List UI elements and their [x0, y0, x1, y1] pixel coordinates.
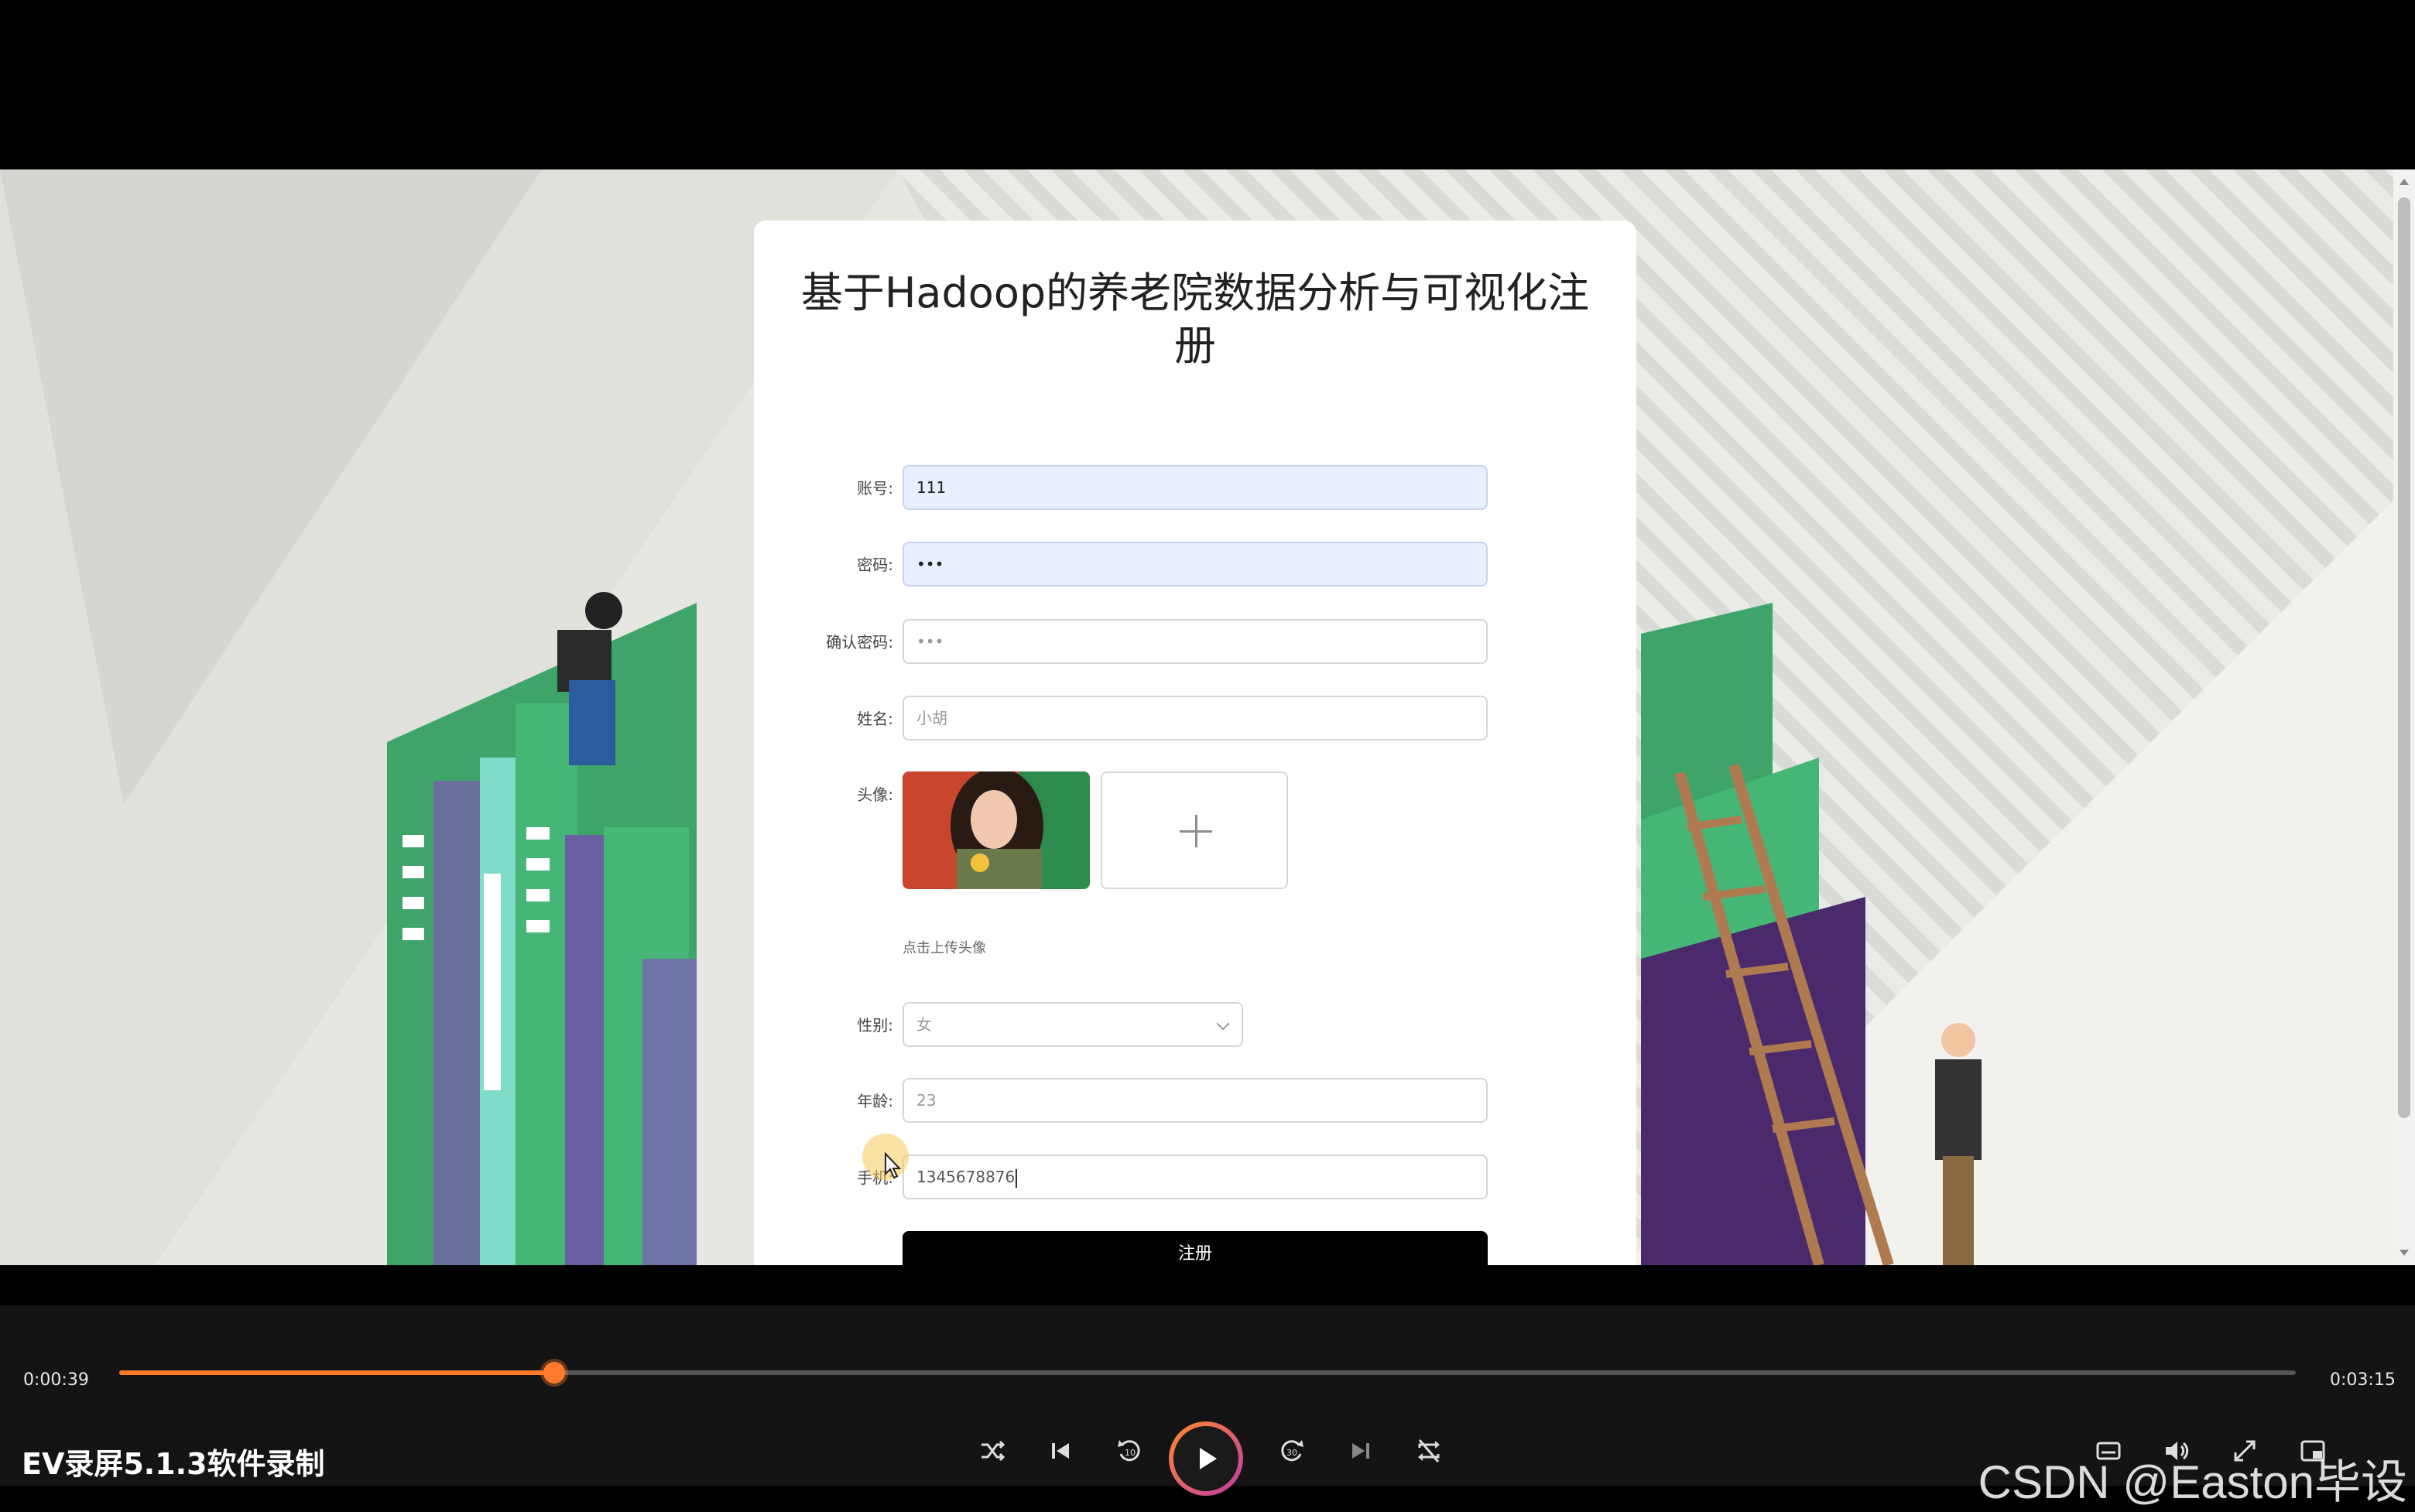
- name-row: 姓名: 小胡: [754, 696, 1636, 742]
- forward-30-icon: 30: [1281, 1440, 1303, 1462]
- rewind-10-icon: 10: [1118, 1440, 1140, 1462]
- page-title: 基于Hadoop的养老院数据分析与可视化注册: [800, 269, 1590, 370]
- shuffle-button[interactable]: [971, 1429, 1014, 1473]
- account-input[interactable]: 111: [903, 465, 1488, 510]
- scroll-down-icon[interactable]: [2400, 1250, 2409, 1256]
- watermark: CSDN @Easton毕设: [1978, 1456, 2407, 1508]
- confirm-password-label: 确认密码:: [826, 633, 893, 652]
- password-input[interactable]: •••: [903, 542, 1488, 587]
- name-label: 姓名:: [857, 710, 893, 728]
- register-card: 基于Hadoop的养老院数据分析与可视化注册 账号: 111 密码: ••• 确…: [754, 221, 1636, 1265]
- phone-input[interactable]: 1345678876: [903, 1155, 1488, 1199]
- avatar-label: 头像:: [857, 785, 893, 804]
- total-time: 0:03:15: [2330, 1370, 2396, 1390]
- gender-row: 性别: 女: [754, 1002, 1636, 1048]
- svg-text:30: 30: [1286, 1448, 1297, 1458]
- mouse-cursor-icon: [885, 1152, 902, 1179]
- avatar-image[interactable]: [903, 771, 1090, 889]
- scroll-thumb[interactable]: [2398, 197, 2410, 1118]
- chevron-down-icon: [1216, 1017, 1230, 1031]
- progress-knob[interactable]: [543, 1362, 566, 1384]
- phone-value: 1345678876: [916, 1168, 1016, 1186]
- age-input[interactable]: 23: [903, 1078, 1488, 1123]
- current-time: 0:00:39: [23, 1370, 89, 1390]
- confirm-password-input[interactable]: •••: [903, 619, 1488, 664]
- skip-next-icon: [1352, 1443, 1369, 1459]
- text-caret: [1016, 1168, 1018, 1188]
- avatar-photo-icon: [903, 771, 1090, 889]
- confirm-password-row: 确认密码: •••: [754, 619, 1636, 665]
- avatar-upload-button[interactable]: [1101, 771, 1288, 889]
- skip-previous-icon: [1052, 1443, 1069, 1459]
- progress-track[interactable]: [119, 1362, 2296, 1384]
- progress-fill: [119, 1370, 555, 1375]
- age-label: 年龄:: [857, 1092, 893, 1110]
- account-row: 账号: 111: [754, 465, 1636, 511]
- name-input[interactable]: 小胡: [903, 696, 1488, 741]
- repeat-button[interactable]: [1407, 1429, 1451, 1473]
- play-button[interactable]: [1169, 1421, 1243, 1496]
- web-page-viewport: 基于Hadoop的养老院数据分析与可视化注册 账号: 111 密码: ••• 确…: [0, 169, 2415, 1265]
- avatar-row: 头像:: [754, 771, 1636, 895]
- video-player-bar: 0:00:39 0:03:15 EV录屏5.1.3软件录制 10 30 CSDN…: [0, 1265, 2415, 1508]
- avatar-upload-hint: 点击上传头像: [903, 940, 986, 956]
- gender-label: 性别:: [857, 1016, 893, 1035]
- age-row: 年龄: 23: [754, 1078, 1636, 1124]
- player-controls-panel: 0:00:39 0:03:15 EV录屏5.1.3软件录制 10 30 CSDN…: [0, 1305, 2415, 1508]
- play-icon: [1200, 1448, 1217, 1469]
- account-label: 账号:: [857, 479, 893, 498]
- gender-select[interactable]: 女: [903, 1002, 1243, 1047]
- register-button[interactable]: 注册: [903, 1231, 1488, 1265]
- recorder-app-name: EV录屏5.1.3软件录制: [22, 1447, 325, 1481]
- gender-value: 女: [916, 1015, 932, 1034]
- rewind-10-button[interactable]: 10: [1107, 1429, 1150, 1473]
- page-scrollbar[interactable]: [2393, 169, 2415, 1265]
- svg-text:10: 10: [1125, 1448, 1136, 1458]
- scroll-up-icon[interactable]: [2400, 179, 2409, 185]
- next-button[interactable]: [1339, 1429, 1382, 1473]
- repeat-off-icon: [1418, 1439, 1440, 1462]
- password-label: 密码:: [857, 556, 893, 574]
- previous-button[interactable]: [1039, 1429, 1082, 1473]
- forward-30-button[interactable]: 30: [1271, 1429, 1314, 1473]
- top-black-bar: [0, 0, 2415, 169]
- shuffle-icon: [981, 1440, 1005, 1462]
- password-row: 密码: •••: [754, 542, 1636, 588]
